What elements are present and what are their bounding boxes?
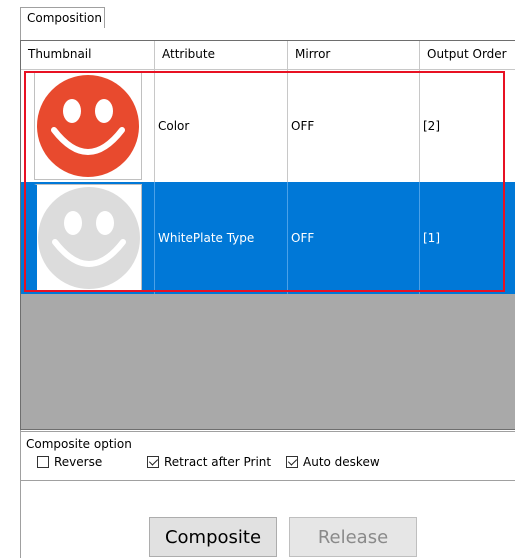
tab-composition[interactable]: Composition [20,7,105,28]
output-order-cell: [1] [423,231,440,245]
composite-option-group: Composite option Reverse Retract after P… [20,431,515,481]
auto-deskew-checkbox[interactable]: Auto deskew [286,455,380,469]
column-header-mirror[interactable]: Mirror [288,41,420,69]
reverse-checkbox[interactable]: Reverse [37,455,102,469]
mirror-cell: OFF [288,182,420,294]
checkbox-checked-icon [286,456,298,468]
red-smiley-icon [36,75,139,177]
attribute-cell: WhitePlate Type [155,182,288,294]
table-row[interactable]: Color OFF [2] [21,70,515,182]
composite-button[interactable]: Composite [149,517,277,557]
retract-after-print-label: Retract after Print [164,455,272,469]
thumbnail-frame [33,184,142,292]
output-order-cell: [2] [423,119,440,133]
thumbnail-frame [33,72,142,180]
thumbnail-cell [21,182,155,294]
table-row-selected[interactable]: WhitePlate Type OFF [1] [21,182,515,294]
retract-after-print-checkbox[interactable]: Retract after Print [147,455,271,469]
attribute-cell: Color [155,70,288,182]
column-header-attribute[interactable]: Attribute [155,41,288,69]
composite-option-title: Composite option [26,437,132,451]
gray-smiley-icon [37,187,140,289]
release-button[interactable]: Release [289,517,417,557]
reverse-label: Reverse [54,455,103,469]
column-header-thumbnail[interactable]: Thumbnail [21,41,155,69]
checkbox-checked-icon [147,456,159,468]
thumbnail-cell [21,70,155,182]
column-header-output-order[interactable]: Output Order [420,41,515,69]
auto-deskew-label: Auto deskew [303,455,380,469]
mirror-cell: OFF [288,70,420,182]
checkbox-icon [37,456,49,468]
grid-header: Thumbnail Attribute Mirror Output Order [21,41,515,70]
composition-grid: Thumbnail Attribute Mirror Output Order … [20,40,515,430]
